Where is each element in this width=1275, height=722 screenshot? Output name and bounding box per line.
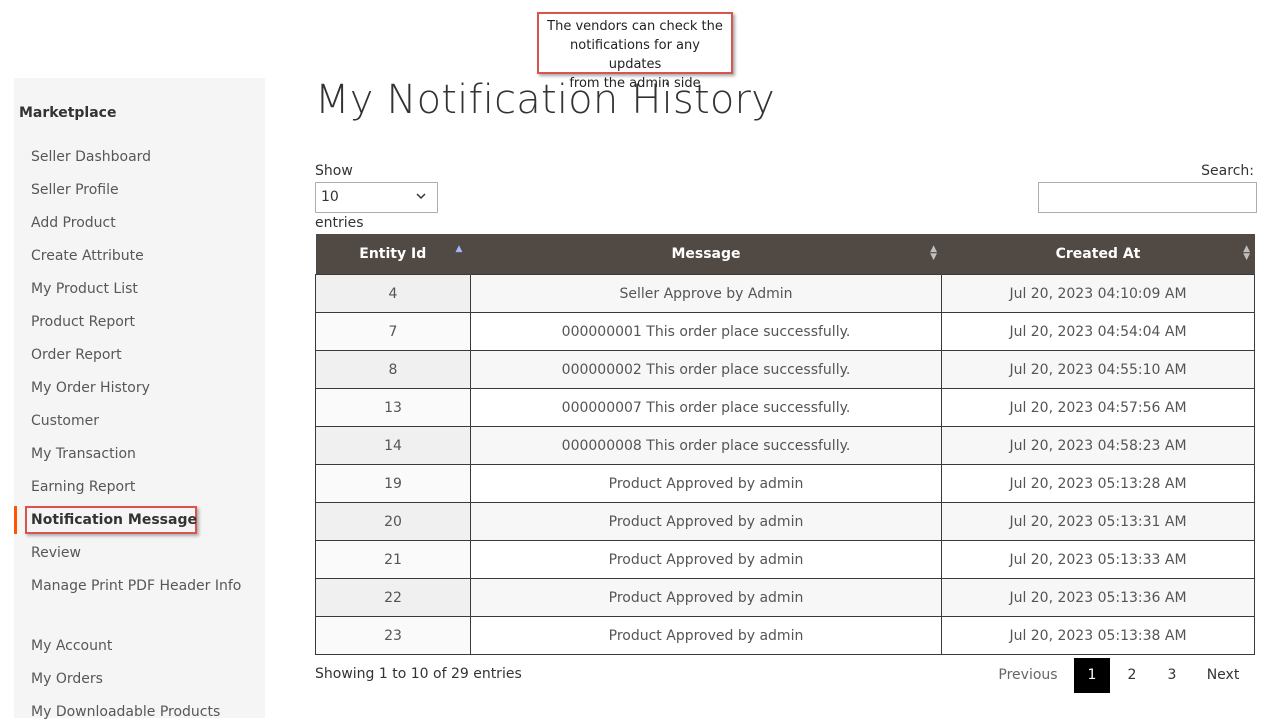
- pagination-next-button[interactable]: Next: [1195, 658, 1251, 693]
- sidebar-section-title: Marketplace: [19, 105, 117, 121]
- cell-created-at: Jul 20, 2023 04:58:23 AM: [941, 426, 1255, 465]
- cell-entity-id: 7: [315, 312, 471, 351]
- cell-entity-id: 13: [315, 388, 471, 427]
- sort-icon: ▲ ▼: [930, 244, 937, 262]
- cell-message: Seller Approve by Admin: [470, 274, 942, 313]
- sidebar-item-review[interactable]: Review: [31, 543, 81, 563]
- sidebar-item-notification-message[interactable]: Notification Message: [31, 510, 197, 530]
- table-header-row: Entity Id ▲ Message ▲ ▼ Created At ▲ ▼: [315, 234, 1255, 275]
- sidebar-item-seller-profile[interactable]: Seller Profile: [31, 180, 119, 200]
- sidebar-item-create-attribute[interactable]: Create Attribute: [31, 246, 144, 266]
- entries-length-value: 10: [321, 189, 339, 205]
- sidebar-item-customer[interactable]: Customer: [31, 411, 99, 431]
- table-row: 14 000000008 This order place successfull…: [315, 426, 1255, 465]
- pagination-previous-button[interactable]: Previous: [987, 658, 1069, 693]
- sidebar-item-manage-print-pdf-header-info[interactable]: Manage Print PDF Header Info: [31, 576, 241, 596]
- cell-message: 000000002 This order place successfully.: [470, 350, 942, 389]
- table-row: 20 Product Approved by admin Jul 20, 2023 …: [315, 502, 1255, 541]
- annotation-line: The vendors can check the: [547, 19, 723, 34]
- cell-created-at: Jul 20, 2023 05:13:33 AM: [941, 540, 1255, 579]
- cell-created-at: Jul 20, 2023 04:55:10 AM: [941, 350, 1255, 389]
- entries-length-select[interactable]: 10: [315, 182, 438, 213]
- table-info: Showing 1 to 10 of 29 entries: [315, 666, 522, 682]
- table-row: 13 000000007 This order place successfull…: [315, 388, 1255, 427]
- cell-entity-id: 21: [315, 540, 471, 579]
- sidebar-item-earning-report[interactable]: Earning Report: [31, 477, 135, 497]
- entries-label: entries: [315, 215, 364, 231]
- cell-created-at: Jul 20, 2023 05:13:38 AM: [941, 616, 1255, 655]
- annotation-callout: The vendors can check the notifications …: [537, 12, 733, 91]
- notification-table: Entity Id ▲ Message ▲ ▼ Created At ▲ ▼ 4 Se…: [315, 234, 1255, 655]
- cell-created-at: Jul 20, 2023 04:54:04 AM: [941, 312, 1255, 351]
- sidebar-active-indicator: [14, 506, 17, 534]
- table-row: 7 000000001 This order place successfully…: [315, 312, 1255, 351]
- cell-message: Product Approved by admin: [470, 578, 942, 617]
- table-row: 19 Product Approved by admin Jul 20, 2023 …: [315, 464, 1255, 503]
- sidebar-item-order-report[interactable]: Order Report: [31, 345, 122, 365]
- column-header-label: Created At: [1055, 246, 1141, 262]
- sidebar-item-product-report[interactable]: Product Report: [31, 312, 135, 332]
- pagination-page-3[interactable]: 3: [1154, 658, 1190, 693]
- search-label: Search:: [1201, 163, 1254, 179]
- cell-message: 000000001 This order place successfully.: [470, 312, 942, 351]
- cell-entity-id: 23: [315, 616, 471, 655]
- cell-entity-id: 14: [315, 426, 471, 465]
- cell-message: 000000008 This order place successfully.: [470, 426, 942, 465]
- page-title: My Notification History: [315, 77, 776, 123]
- sidebar-item-seller-dashboard[interactable]: Seller Dashboard: [31, 147, 151, 167]
- cell-entity-id: 4: [315, 274, 471, 313]
- cell-entity-id: 22: [315, 578, 471, 617]
- column-header-label: Message: [671, 246, 741, 262]
- column-header-label: Entity Id: [359, 246, 427, 262]
- cell-message: Product Approved by admin: [470, 616, 942, 655]
- table-row: 4 Seller Approve by Admin Jul 20, 2023 04:…: [315, 274, 1255, 313]
- pagination-page-1[interactable]: 1: [1074, 658, 1110, 693]
- cell-created-at: Jul 20, 2023 04:57:56 AM: [941, 388, 1255, 427]
- table-row: 23 Product Approved by admin Jul 20, 2023 …: [315, 616, 1255, 655]
- sidebar-item-my-downloadable-products[interactable]: My Downloadable Products: [31, 702, 220, 722]
- column-header-message[interactable]: Message ▲ ▼: [470, 234, 942, 275]
- cell-entity-id: 19: [315, 464, 471, 503]
- show-label: Show: [315, 163, 353, 179]
- cell-created-at: Jul 20, 2023 04:10:09 AM: [941, 274, 1255, 313]
- sidebar-item-my-order-history[interactable]: My Order History: [31, 378, 150, 398]
- sidebar-item-my-account[interactable]: My Account: [31, 636, 112, 656]
- cell-message: Product Approved by admin: [470, 502, 942, 541]
- table-row: 21 Product Approved by admin Jul 20, 2023 …: [315, 540, 1255, 579]
- pagination-page-2[interactable]: 2: [1114, 658, 1150, 693]
- chevron-down-icon: [415, 190, 427, 205]
- sidebar-item-add-product[interactable]: Add Product: [31, 213, 116, 233]
- cell-entity-id: 20: [315, 502, 471, 541]
- sidebar-item-my-orders[interactable]: My Orders: [31, 669, 103, 689]
- sidebar: Marketplace Seller Dashboard Seller Prof…: [14, 78, 265, 720]
- table-row: 8 000000002 This order place successfully…: [315, 350, 1255, 389]
- cell-created-at: Jul 20, 2023 05:13:31 AM: [941, 502, 1255, 541]
- cell-entity-id: 8: [315, 350, 471, 389]
- table-row: 22 Product Approved by admin Jul 20, 2023 …: [315, 578, 1255, 617]
- cell-message: Product Approved by admin: [470, 540, 942, 579]
- column-header-created-at[interactable]: Created At ▲ ▼: [941, 234, 1255, 275]
- cell-message: 000000007 This order place successfully.: [470, 388, 942, 427]
- column-header-entity-id[interactable]: Entity Id ▲: [315, 234, 471, 275]
- sort-icon: ▲ ▼: [1243, 244, 1250, 262]
- sidebar-item-my-transaction[interactable]: My Transaction: [31, 444, 136, 464]
- annotation-line: notifications for any updates: [570, 38, 700, 72]
- cell-created-at: Jul 20, 2023 05:13:36 AM: [941, 578, 1255, 617]
- sidebar-item-my-product-list[interactable]: My Product List: [31, 279, 138, 299]
- sort-ascending-icon: ▲: [455, 244, 463, 254]
- cell-message: Product Approved by admin: [470, 464, 942, 503]
- search-input[interactable]: [1038, 182, 1257, 213]
- cell-created-at: Jul 20, 2023 05:13:28 AM: [941, 464, 1255, 503]
